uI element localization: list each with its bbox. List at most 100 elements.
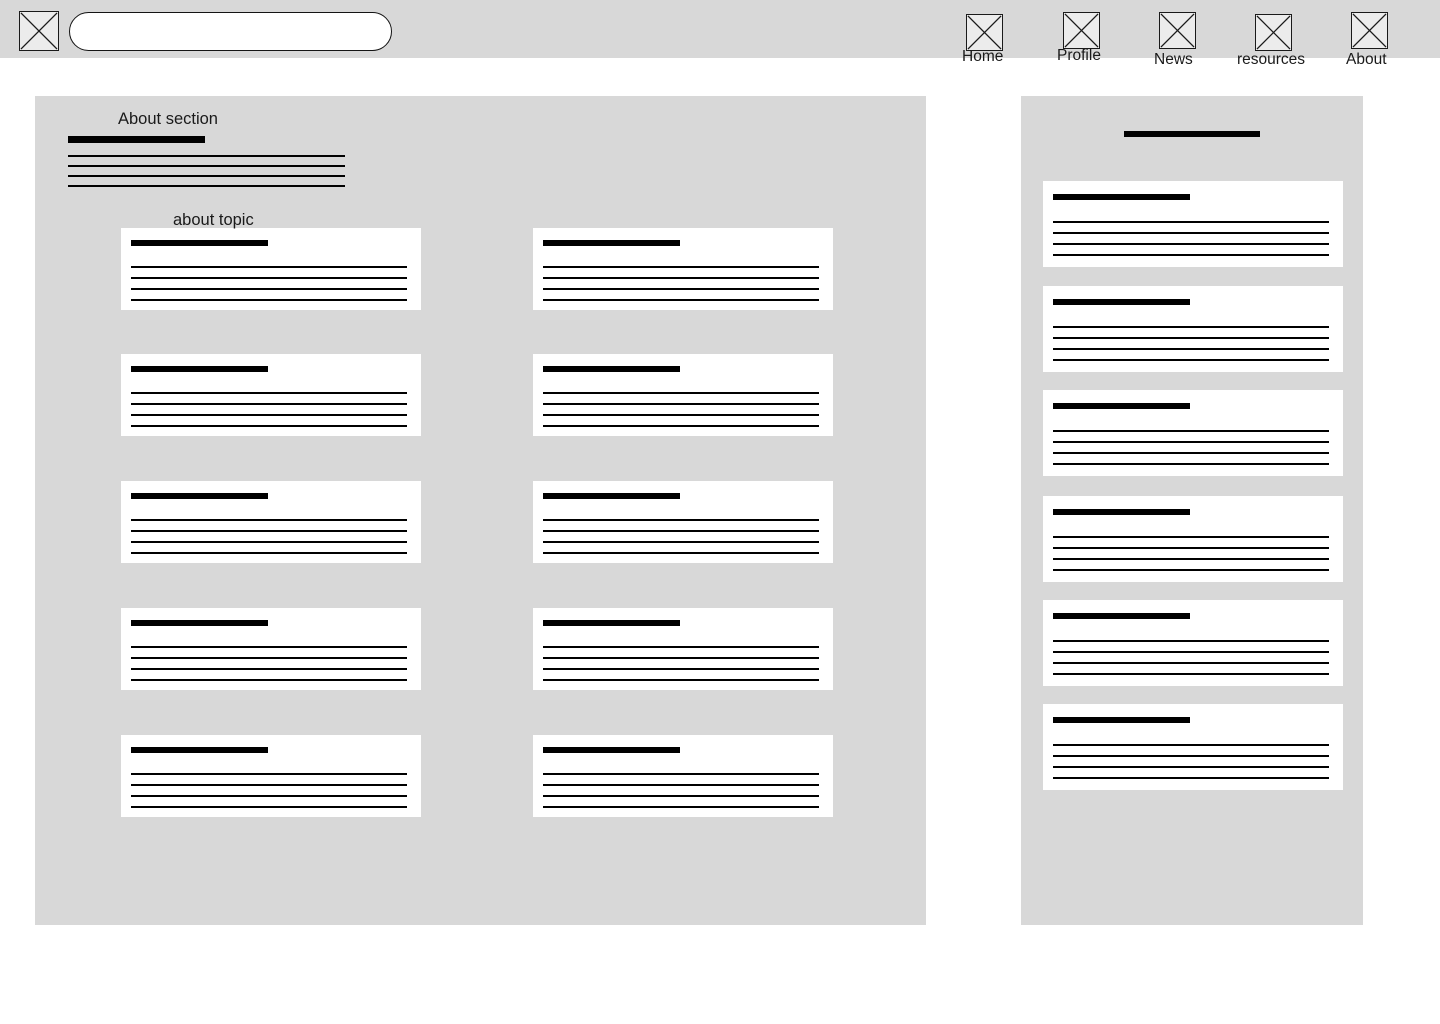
topic-card[interactable] <box>121 228 421 310</box>
topic-card-title-bar <box>131 366 268 372</box>
intro-title-bar <box>68 136 205 143</box>
topic-card-title-bar <box>543 240 680 246</box>
sidebar-card-title-bar <box>1053 403 1190 409</box>
sidebar-card-text-line <box>1053 243 1329 245</box>
intro-text-line <box>68 155 345 157</box>
sidebar-card-text-line <box>1053 766 1329 768</box>
topic-card-text-line <box>131 277 407 279</box>
topic-card-text-line <box>131 795 407 797</box>
sidebar-card-text-line <box>1053 777 1329 779</box>
x-box-icon[interactable] <box>1063 12 1100 49</box>
topic-card[interactable] <box>533 481 833 563</box>
sidebar-card-text-line <box>1053 441 1329 443</box>
site-header <box>0 0 1440 58</box>
search-input[interactable] <box>69 12 392 51</box>
topic-card[interactable] <box>121 354 421 436</box>
sidebar-card[interactable] <box>1043 600 1343 686</box>
topic-card-text-line <box>543 773 819 775</box>
nav-item-about[interactable]: About <box>1346 52 1387 68</box>
topic-heading: about topic <box>173 211 254 229</box>
x-box-icon[interactable] <box>1159 12 1196 49</box>
topic-card-text-line <box>543 552 819 554</box>
sidebar-card-text-line <box>1053 569 1329 571</box>
topic-card-text-line <box>131 552 407 554</box>
sidebar-card-text-line <box>1053 651 1329 653</box>
topic-card-title-bar <box>543 493 680 499</box>
topic-card-title-bar <box>131 747 268 753</box>
sidebar-card[interactable] <box>1043 286 1343 372</box>
sidebar-card-title-bar <box>1053 717 1190 723</box>
topic-card-text-line <box>543 425 819 427</box>
sidebar-card-title-bar <box>1053 509 1190 515</box>
topic-card-text-line <box>543 657 819 659</box>
topic-card-title-bar <box>131 240 268 246</box>
sidebar-card-text-line <box>1053 640 1329 642</box>
sidebar-card-text-line <box>1053 232 1329 234</box>
sidebar-card-text-line <box>1053 547 1329 549</box>
sidebar-card-text-line <box>1053 558 1329 560</box>
topic-card-title-bar <box>543 620 680 626</box>
sidebar-card-text-line <box>1053 348 1329 350</box>
sidebar-card-text-line <box>1053 326 1329 328</box>
sidebar-card-title-bar <box>1053 299 1190 305</box>
topic-card-text-line <box>131 773 407 775</box>
sidebar-card[interactable] <box>1043 496 1343 582</box>
sidebar-card-text-line <box>1053 673 1329 675</box>
sidebar-card[interactable] <box>1043 704 1343 790</box>
topic-card-text-line <box>543 784 819 786</box>
topic-card[interactable] <box>121 735 421 817</box>
nav-item-home[interactable]: Home <box>962 49 1003 65</box>
topic-card-text-line <box>543 299 819 301</box>
topic-card-text-line <box>131 266 407 268</box>
sidebar-card-text-line <box>1053 254 1329 256</box>
topic-card[interactable] <box>533 228 833 310</box>
topic-card[interactable] <box>533 735 833 817</box>
sidebar-card-text-line <box>1053 755 1329 757</box>
sidebar-card[interactable] <box>1043 181 1343 267</box>
topic-card-text-line <box>543 414 819 416</box>
x-box-icon[interactable] <box>1255 14 1292 51</box>
topic-card-text-line <box>131 530 407 532</box>
nav-item-resources[interactable]: resources <box>1237 52 1305 68</box>
x-box-icon[interactable] <box>966 14 1003 51</box>
intro-text-line <box>68 165 345 167</box>
sidebar-card[interactable] <box>1043 390 1343 476</box>
topic-card[interactable] <box>121 481 421 563</box>
topic-card-text-line <box>543 806 819 808</box>
topic-card-text-line <box>131 668 407 670</box>
sidebar-card-text-line <box>1053 337 1329 339</box>
topic-card-text-line <box>543 403 819 405</box>
topic-card-text-line <box>543 266 819 268</box>
topic-card-title-bar <box>543 366 680 372</box>
x-box-icon[interactable] <box>19 11 59 51</box>
sidebar-card-text-line <box>1053 221 1329 223</box>
topic-card-text-line <box>131 541 407 543</box>
sidebar-heading-bar <box>1124 131 1260 137</box>
topic-card-text-line <box>543 795 819 797</box>
topic-card-text-line <box>543 646 819 648</box>
topic-card-text-line <box>543 541 819 543</box>
topic-card-text-line <box>131 657 407 659</box>
nav-item-news[interactable]: News <box>1154 52 1193 68</box>
page-title: About section <box>118 110 218 128</box>
topic-card-text-line <box>131 425 407 427</box>
topic-card[interactable] <box>533 354 833 436</box>
sidebar-card-text-line <box>1053 744 1329 746</box>
topic-card-text-line <box>131 299 407 301</box>
topic-card-text-line <box>131 646 407 648</box>
topic-card-text-line <box>543 277 819 279</box>
topic-card-title-bar <box>543 747 680 753</box>
topic-card[interactable] <box>533 608 833 690</box>
topic-card-text-line <box>543 519 819 521</box>
sidebar-card-title-bar <box>1053 194 1190 200</box>
topic-card-text-line <box>543 668 819 670</box>
topic-card-text-line <box>543 288 819 290</box>
x-box-icon[interactable] <box>1351 12 1388 49</box>
topic-card[interactable] <box>121 608 421 690</box>
topic-card-title-bar <box>131 493 268 499</box>
wireframe-page: Home Profile News resources About About sect… <box>0 0 1440 1024</box>
topic-card-text-line <box>131 784 407 786</box>
topic-card-text-line <box>131 519 407 521</box>
nav-item-profile[interactable]: Profile <box>1057 48 1101 64</box>
topic-card-text-line <box>131 679 407 681</box>
